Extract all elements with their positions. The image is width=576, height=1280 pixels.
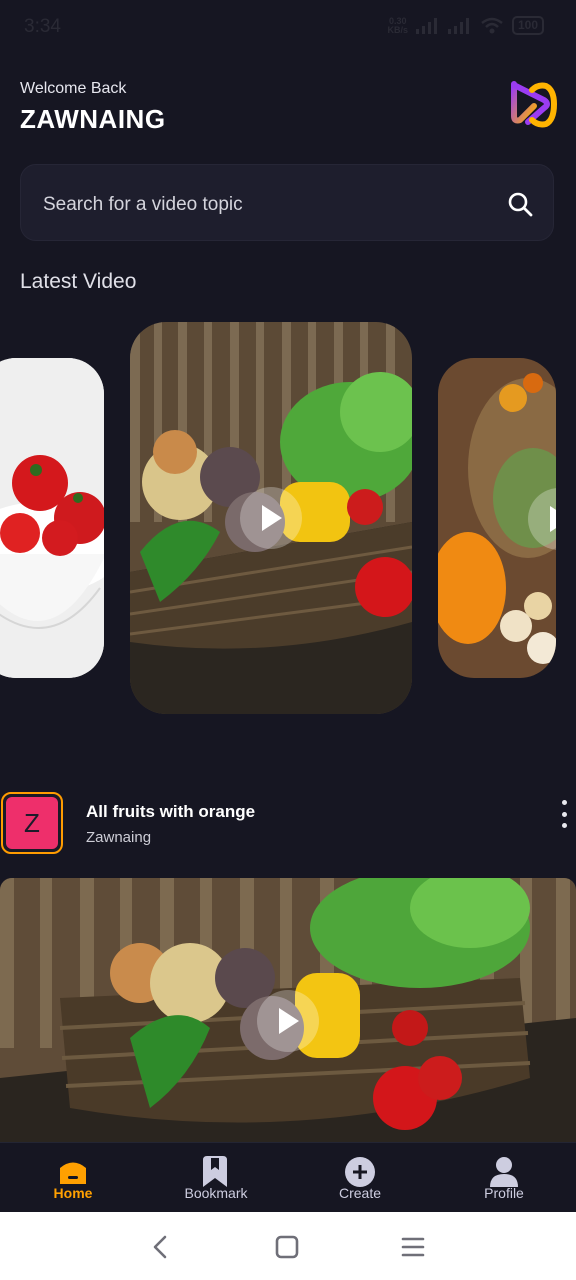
search-icon[interactable] — [507, 191, 533, 217]
tab-bookmark[interactable]: Bookmark — [156, 1143, 276, 1213]
plus-icon — [345, 1157, 375, 1187]
video-card-vegetable-basket[interactable] — [130, 322, 412, 714]
system-nav-bar — [0, 1212, 576, 1280]
brand-logo-icon — [511, 81, 558, 128]
tab-create[interactable]: Create — [300, 1143, 420, 1213]
signal-icon — [415, 17, 437, 34]
more-options-icon[interactable] — [556, 800, 572, 828]
tab-home[interactable]: Home — [13, 1143, 133, 1213]
net-speed: 0.30 KB/s — [387, 15, 408, 35]
back-icon[interactable] — [146, 1232, 176, 1262]
battery-icon: 100 — [511, 16, 544, 35]
wifi-icon — [481, 17, 503, 33]
status-time: 3:34 — [24, 16, 61, 37]
search-bar[interactable] — [20, 164, 554, 241]
tab-label-profile: Profile — [484, 1185, 524, 1201]
video-author: Zawnaing — [86, 829, 152, 846]
play-icon — [262, 505, 282, 531]
play-icon — [279, 1008, 299, 1034]
home-icon — [60, 1162, 86, 1184]
avatar[interactable]: Z — [1, 792, 63, 854]
search-input[interactable] — [41, 189, 485, 221]
play-icon — [550, 506, 556, 532]
welcome-text: Welcome Back — [20, 80, 127, 97]
bookmark-icon — [203, 1156, 227, 1187]
tab-label-create: Create — [338, 1185, 382, 1201]
username: ZAWNAING — [20, 104, 166, 134]
tab-label-bookmark: Bookmark — [184, 1185, 248, 1201]
profile-icon — [490, 1157, 518, 1187]
video-title[interactable]: All fruits with orange — [86, 802, 255, 822]
video-thumbnail[interactable] — [0, 878, 576, 1142]
avatar-letter: Z — [6, 797, 58, 849]
signal-hd-icon — [447, 17, 469, 34]
latest-video-title: Latest Video — [20, 270, 137, 293]
status-icons: 0.30 KB/s 100 — [387, 16, 544, 35]
home-square-icon[interactable] — [272, 1232, 302, 1262]
menu-icon[interactable] — [398, 1232, 428, 1262]
play-button[interactable] — [240, 487, 302, 549]
video-card-tomatoes[interactable] — [0, 358, 104, 678]
tomato-bowl-thumbnail — [0, 358, 104, 678]
video-card-pumpkin[interactable] — [438, 358, 556, 678]
tab-profile[interactable]: Profile — [444, 1143, 564, 1213]
status-bar: 3:34 0.30 KB/s 100 — [0, 0, 576, 54]
bottom-tab-bar: Home Bookmark Create Profile — [0, 1142, 576, 1213]
play-button[interactable] — [257, 990, 319, 1052]
tab-label-home: Home — [53, 1185, 93, 1201]
